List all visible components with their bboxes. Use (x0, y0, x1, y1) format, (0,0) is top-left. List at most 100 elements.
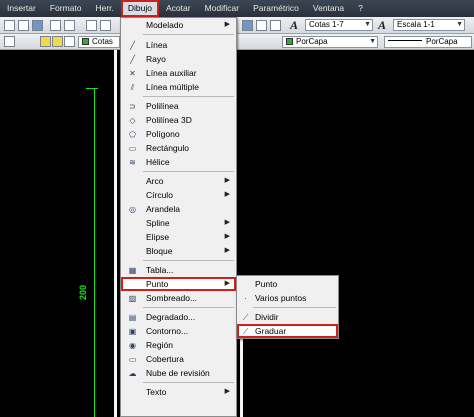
submenu-item-label: Dividir (255, 312, 279, 322)
submenu-arrow-icon: ▶ (224, 388, 230, 395)
standard-toolbar: A Cotas 1-7 ▼ A Escala 1-1 ▼ (0, 17, 474, 34)
menu-item-label: Rayo (146, 54, 166, 64)
menu-item-linea-multiple[interactable]: ⫽ Línea múltiple (121, 80, 236, 94)
menu-item-label: Elipse (146, 232, 170, 242)
chevron-down-icon: ▼ (456, 21, 463, 28)
menu-separator (143, 382, 234, 383)
menu-separator (143, 96, 234, 97)
menu-item-rayo[interactable]: ╱ Rayo (121, 52, 236, 66)
menu-item-punto[interactable]: Punto ▶ (121, 277, 236, 291)
menu-item-modelado[interactable]: Modelado ▶ (121, 18, 236, 32)
menu-item-texto[interactable]: Texto ▶ (121, 385, 236, 399)
menu-ventana[interactable]: Ventana (306, 0, 351, 17)
rectangle-icon: ▭ (128, 144, 137, 153)
menu-herramientas[interactable]: Herr. (88, 0, 120, 17)
polygon-icon: ⬠ (129, 130, 136, 139)
menu-item-spline[interactable]: Spline ▶ (121, 216, 236, 230)
lock-icon[interactable] (64, 36, 75, 47)
menu-item-linea[interactable]: ╱ Línea (121, 38, 236, 52)
menu-separator (143, 34, 234, 35)
paste-icon[interactable] (18, 20, 29, 31)
menu-item-rectangulo[interactable]: ▭ Rectángulo (121, 141, 236, 155)
chevron-down-icon: ▼ (369, 38, 376, 45)
menu-item-linea-auxiliar[interactable]: ✕ Línea auxiliar (121, 66, 236, 80)
linetype-preview (388, 40, 422, 41)
chevron-down-icon: ▼ (364, 21, 371, 28)
menu-item-label: Polígono (146, 129, 180, 139)
layer-manager-icon[interactable] (4, 36, 15, 47)
properties-icon[interactable] (242, 20, 253, 31)
linetype-combo[interactable]: PorCapa (384, 36, 472, 48)
redo-icon[interactable] (64, 20, 75, 31)
submenu-arrow-icon: ▶ (224, 233, 230, 240)
design-center-icon[interactable] (256, 20, 267, 31)
submenu-item-punto[interactable]: Punto (237, 277, 338, 291)
menu-item-label: Contorno... (146, 326, 189, 336)
menu-item-polilinea-3d[interactable]: ◇ Polilínea 3D (121, 113, 236, 127)
scale-combo[interactable]: Escala 1-1 ▼ (393, 19, 465, 31)
submenu-arrow-icon: ▶ (224, 219, 230, 226)
menu-insertar[interactable]: Insertar (0, 0, 43, 17)
menu-item-polilinea[interactable]: ⊃ Polilínea (121, 99, 236, 113)
menu-item-sombreado[interactable]: ▨ Sombreado... (121, 291, 236, 305)
menu-item-arandela[interactable]: ◎ Arandela (121, 202, 236, 216)
menu-modificar[interactable]: Modificar (198, 0, 246, 17)
linetype-value: PorCapa (426, 37, 458, 46)
submenu-item-varios-puntos[interactable]: · Varios puntos (237, 291, 338, 305)
menu-item-label: Círculo (146, 190, 173, 200)
text-style-icon[interactable]: A (290, 18, 298, 33)
menu-item-nube-revision[interactable]: ☁ Nube de revisión (121, 366, 236, 380)
layer-color-swatch (82, 38, 89, 45)
menu-item-cobertura[interactable]: ▭ Cobertura (121, 352, 236, 366)
line-icon: ╱ (130, 41, 135, 50)
layer-combo[interactable]: Cotas (78, 36, 120, 48)
menu-ayuda[interactable]: ? (351, 0, 370, 17)
zoom-icon[interactable] (100, 20, 111, 31)
menu-item-poligono[interactable]: ⬠ Polígono (121, 127, 236, 141)
submenu-item-dividir[interactable]: ⟋ Dividir (237, 310, 338, 324)
menu-dibujo[interactable]: Dibujo (120, 0, 160, 17)
menu-item-label: Línea múltiple (146, 82, 199, 92)
drawing-edge-line (114, 50, 117, 417)
menu-separator (143, 260, 234, 261)
menu-item-region[interactable]: ◉ Región (121, 338, 236, 352)
punto-submenu: Punto · Varios puntos ⟋ Dividir ⟋ Graduar (236, 275, 339, 339)
pan-icon[interactable] (86, 20, 97, 31)
menu-item-tabla[interactable]: ▦ Tabla... (121, 263, 236, 277)
annotation-scale-icon[interactable]: A (378, 18, 386, 33)
tool-palette-icon[interactable] (270, 20, 281, 31)
sun-icon[interactable] (52, 36, 63, 47)
construction-line-icon: ✕ (129, 69, 136, 78)
menu-item-arco[interactable]: Arco ▶ (121, 174, 236, 188)
menu-acotar[interactable]: Acotar (159, 0, 198, 17)
donut-icon: ◎ (129, 205, 136, 214)
match-properties-icon[interactable] (32, 20, 43, 31)
boundary-icon: ▣ (128, 327, 137, 336)
submenu-item-graduar[interactable]: ⟋ Graduar (237, 324, 338, 338)
region-icon: ◉ (129, 341, 136, 350)
submenu-arrow-icon: ▶ (224, 280, 230, 287)
undo-icon[interactable] (50, 20, 61, 31)
dimension-style-combo[interactable]: Cotas 1-7 ▼ (305, 19, 373, 31)
menu-item-bloque[interactable]: Bloque ▶ (121, 244, 236, 258)
menu-item-circulo[interactable]: Círculo ▶ (121, 188, 236, 202)
drawing-area[interactable] (0, 50, 474, 417)
gradient-icon: ▤ (128, 313, 137, 322)
menu-formato[interactable]: Formato (43, 0, 89, 17)
menu-item-degradado[interactable]: ▤ Degradado... (121, 310, 236, 324)
menu-item-helice[interactable]: ≋ Hélice (121, 155, 236, 169)
submenu-item-label: Graduar (255, 326, 287, 336)
color-combo[interactable]: PorCapa ▼ (282, 36, 378, 48)
menu-item-elipse[interactable]: Elipse ▶ (121, 230, 236, 244)
submenu-arrow-icon: ▶ (224, 21, 230, 28)
dimension-text: 200 (78, 284, 88, 300)
scale-value: Escala 1-1 (397, 20, 435, 29)
menu-parametrico[interactable]: Paramétrico (246, 0, 306, 17)
menu-item-contorno[interactable]: ▣ Contorno... (121, 324, 236, 338)
menu-item-label: Línea auxiliar (146, 68, 197, 78)
copy-icon[interactable] (4, 20, 15, 31)
measure-icon: ⟋ (242, 327, 249, 336)
menu-item-label: Nube de revisión (146, 368, 210, 378)
bulb-icon[interactable] (40, 36, 51, 47)
menu-item-label: Texto (146, 387, 167, 397)
